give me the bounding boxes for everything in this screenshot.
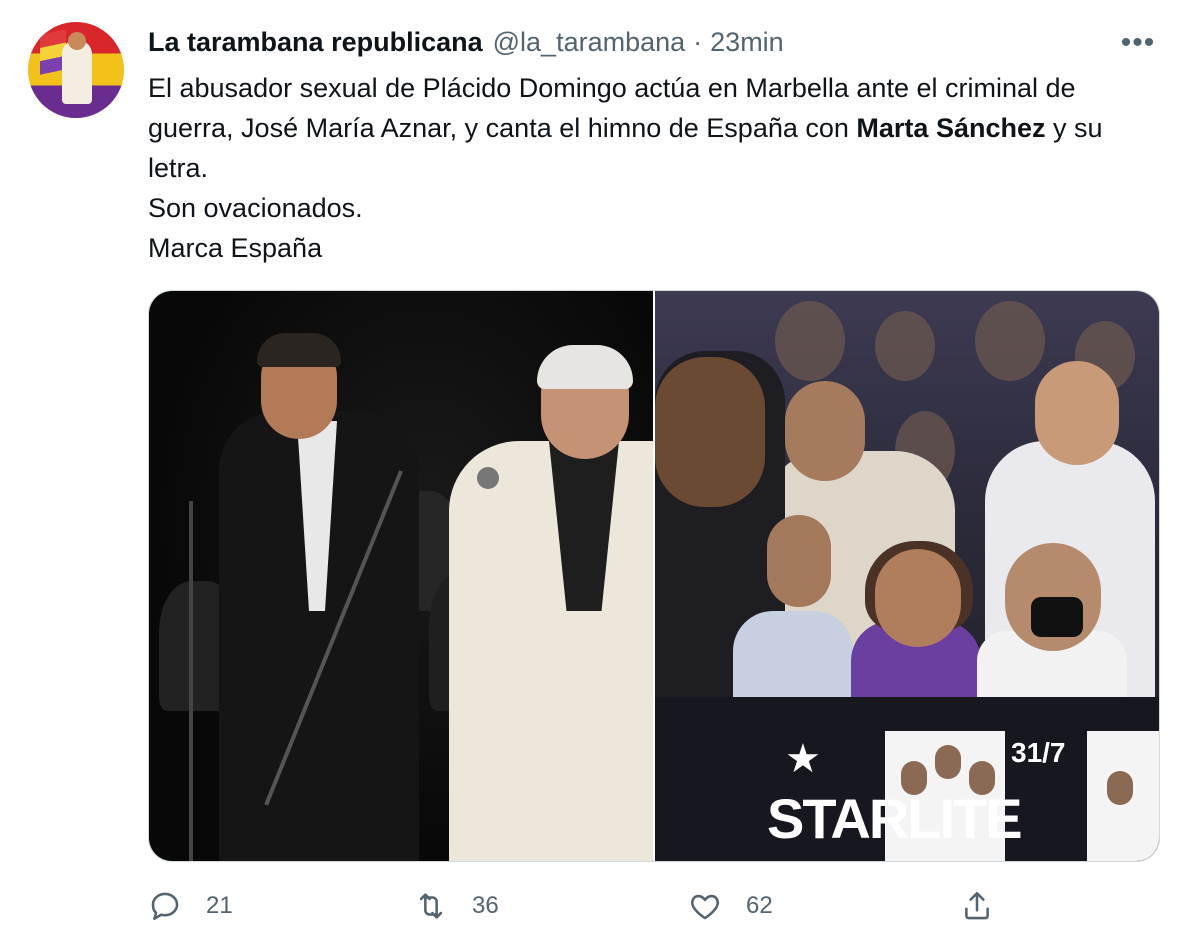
poster <box>1087 731 1159 861</box>
tweet-text-line: Son ovacionados. <box>148 193 363 223</box>
reply-icon <box>151 892 179 921</box>
concert-stage-photo[interactable] <box>149 291 653 861</box>
singer-hair <box>537 345 633 389</box>
audience-person-head <box>1035 361 1119 465</box>
poster-face <box>935 745 961 779</box>
audience-photo[interactable]: ★ STARLITE 31/7 <box>655 291 1159 861</box>
banner-date: 31/7 <box>1011 737 1066 768</box>
like-button[interactable]: 62 <box>688 886 773 926</box>
more-icon: ••• <box>1120 26 1156 59</box>
crowd-figure <box>975 301 1045 381</box>
reply-count: 21 <box>206 892 233 919</box>
avatar-figure-head <box>68 32 86 50</box>
crowd-figure <box>775 301 845 381</box>
audience-person-head <box>875 549 961 647</box>
retweet-button[interactable]: 36 <box>414 886 499 926</box>
share-icon <box>965 891 989 920</box>
share-button[interactable] <box>960 886 994 926</box>
retweet-icon <box>419 893 443 919</box>
crowd-figure <box>875 311 935 381</box>
tweet-header: La tarambana republicana @la_tarambana ·… <box>148 26 784 58</box>
microphone <box>477 467 499 489</box>
author-display-name[interactable]: La tarambana republicana <box>148 27 483 58</box>
more-options-button[interactable]: ••• <box>1118 26 1158 60</box>
audience-person <box>733 611 853 701</box>
heart-icon <box>691 894 719 920</box>
retweet-count: 36 <box>472 892 499 919</box>
banner-text: STARLITE <box>767 787 1023 850</box>
separator-dot: · <box>693 26 703 57</box>
like-count: 62 <box>746 892 773 919</box>
face-mask <box>1031 597 1083 637</box>
singer-figure <box>449 441 653 861</box>
timestamp[interactable]: 23min <box>710 27 784 58</box>
tweet-text-paragraph: El abusador sexual de Plácido Domingo ac… <box>148 68 1148 188</box>
author-handle[interactable]: @la_tarambana <box>493 27 686 58</box>
tweet-media: ★ STARLITE 31/7 <box>148 290 1160 862</box>
avatar[interactable] <box>28 22 124 118</box>
tweet-text: El abusador sexual de Plácido Domingo ac… <box>148 68 1148 268</box>
mic-stand <box>189 501 193 861</box>
tweet-text-bold: Marta Sánchez <box>856 113 1046 143</box>
star-icon: ★ <box>785 737 821 781</box>
action-bar: 21 36 62 <box>148 886 1160 926</box>
audience-person-hair <box>655 357 765 507</box>
audience-person-head <box>785 381 865 481</box>
tweet-text-line: Marca España <box>148 233 323 263</box>
audience-person-head <box>767 515 831 607</box>
poster-face <box>1107 771 1133 805</box>
conductor-hair <box>257 333 341 367</box>
reply-button[interactable]: 21 <box>148 886 233 926</box>
